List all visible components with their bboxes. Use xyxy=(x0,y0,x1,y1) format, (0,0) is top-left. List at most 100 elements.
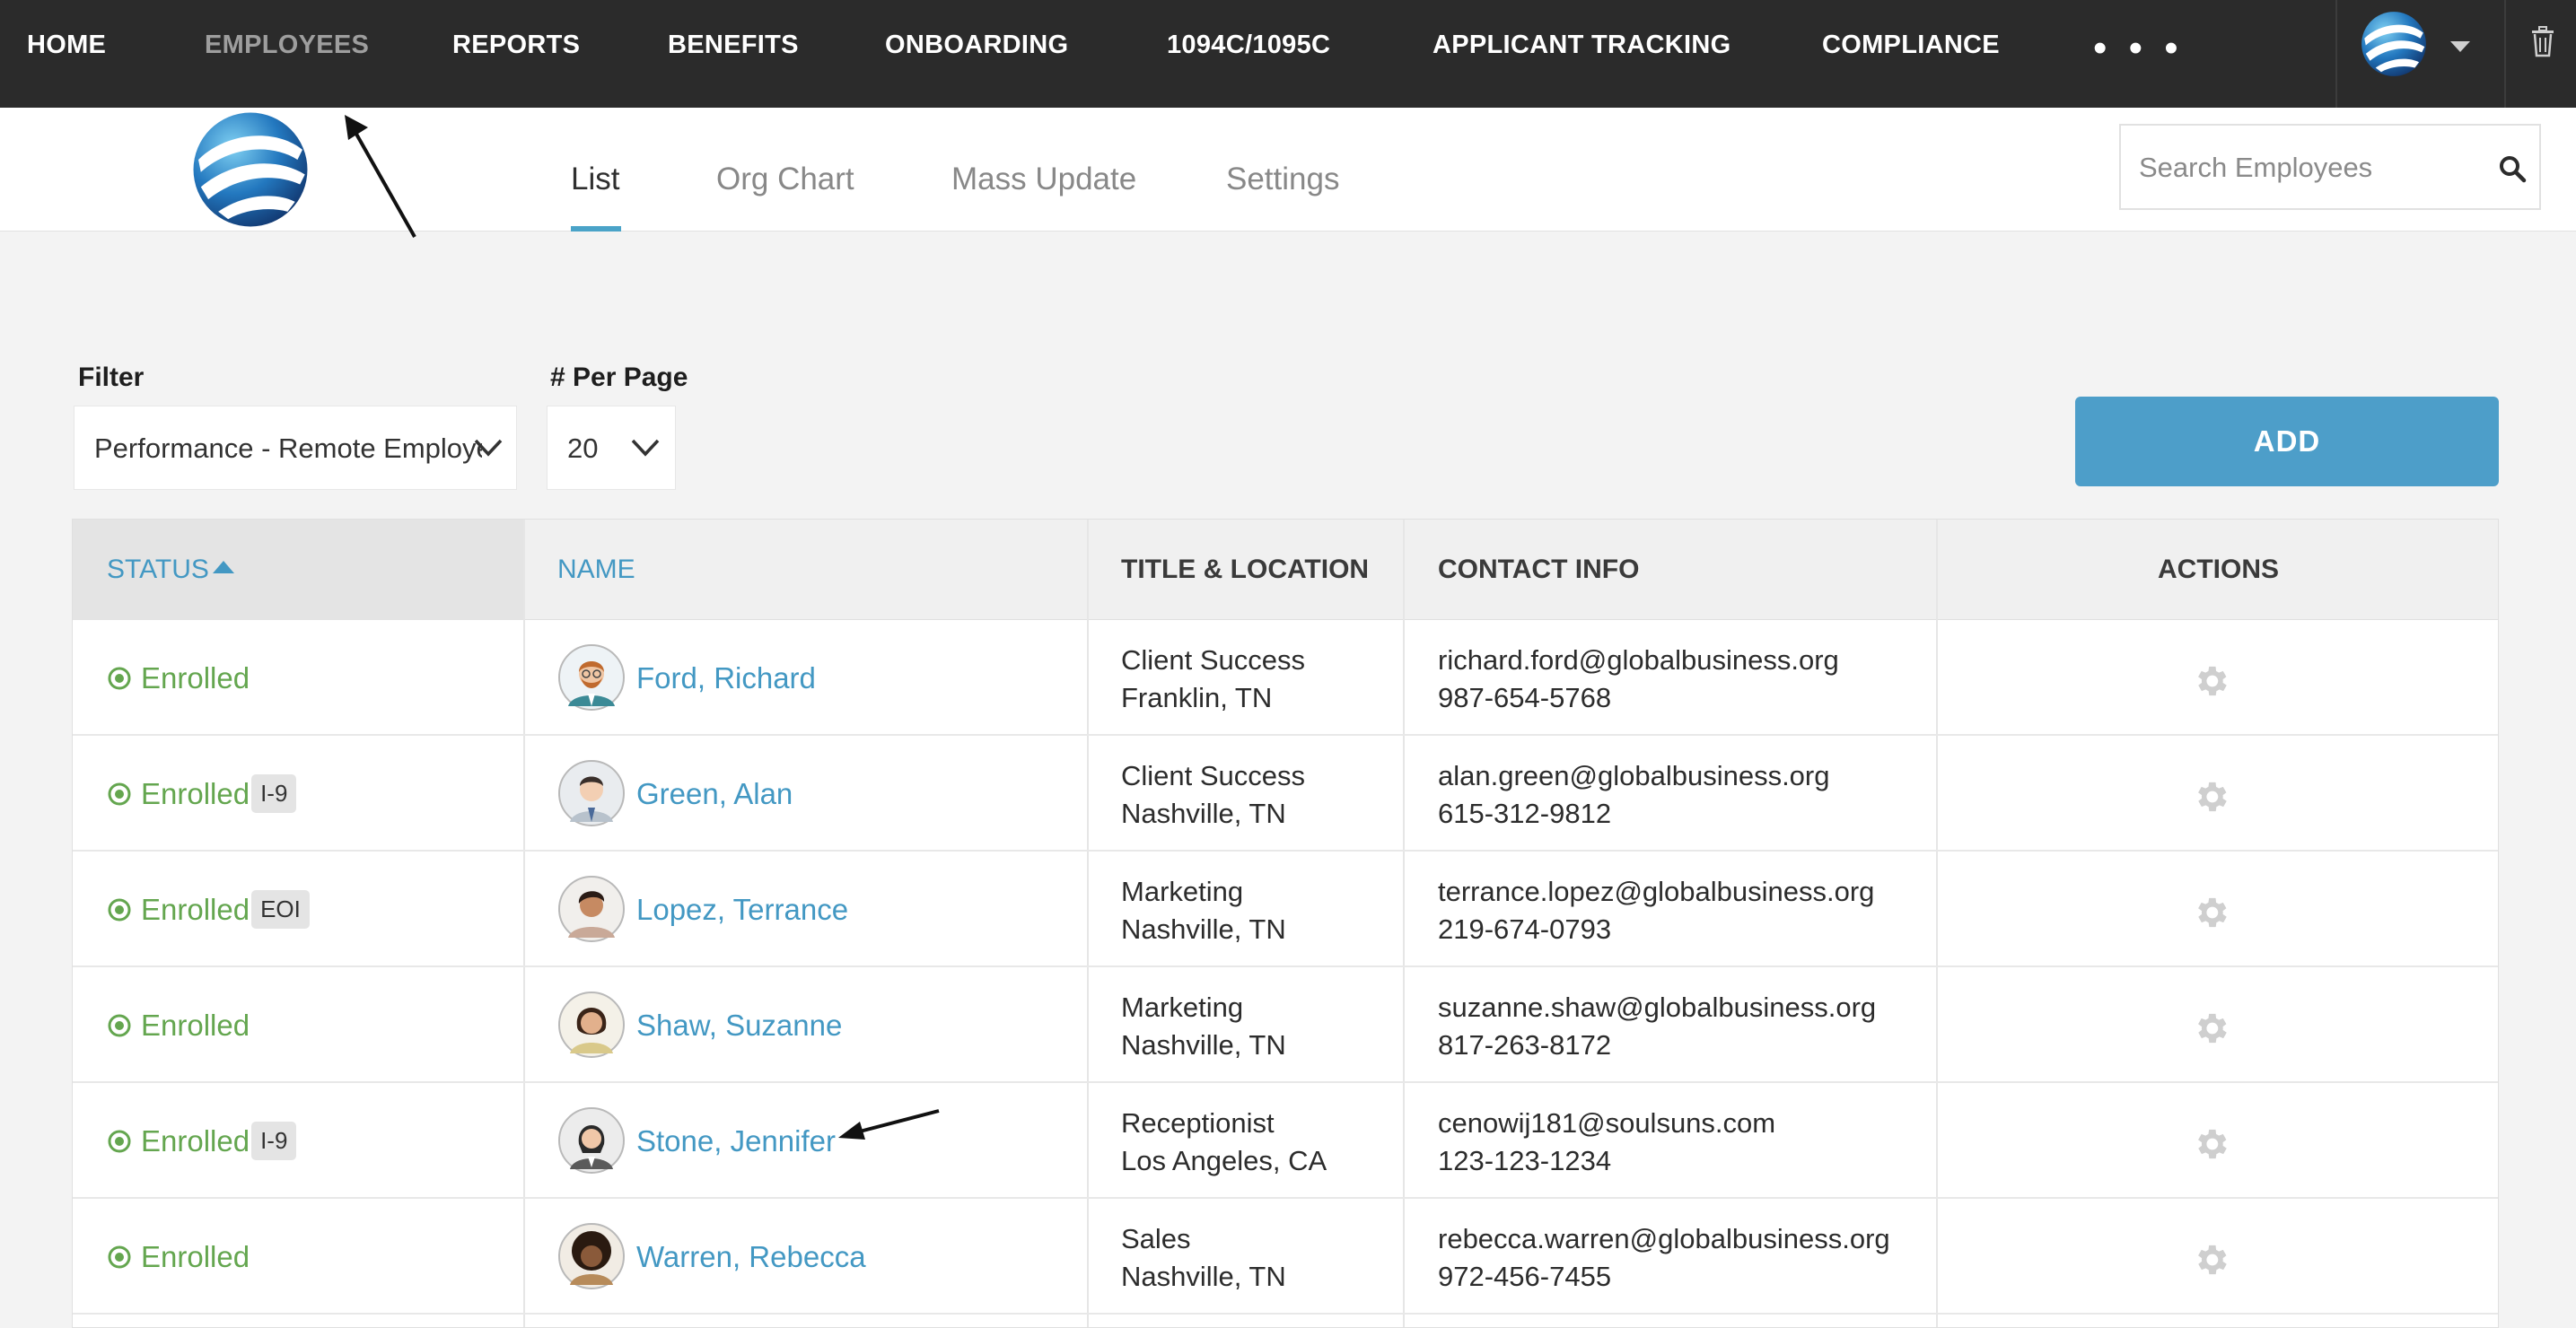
employee-name-link[interactable]: Warren, Rebecca xyxy=(636,1199,866,1315)
status-text: Enrolled xyxy=(141,892,250,926)
tab-mass-update[interactable]: Mass Update xyxy=(951,162,1136,197)
per-page-select-value: 20 xyxy=(567,432,599,464)
nav-applicant-tracking[interactable]: APPLICANT TRACKING xyxy=(1433,0,1730,90)
status-cell: Enrolled xyxy=(107,967,250,1083)
status-text: Enrolled xyxy=(141,1239,250,1273)
employee-name-link[interactable]: Shaw, Suzanne xyxy=(636,967,842,1083)
nav-benefits[interactable]: BENEFITS xyxy=(668,0,799,90)
target-icon xyxy=(107,897,132,922)
nav-more-menu[interactable]: • • • xyxy=(2093,0,2184,97)
status-badge: I-9 xyxy=(251,774,297,813)
location: Los Angeles, CA xyxy=(1121,1145,1327,1176)
gear-icon[interactable] xyxy=(2191,1124,2230,1164)
avatar[interactable] xyxy=(557,991,626,1059)
target-icon xyxy=(107,782,132,807)
job-title: Sales xyxy=(1121,1223,1191,1254)
status-cell: Enrolled EOI xyxy=(107,852,310,967)
avatar[interactable] xyxy=(557,1222,626,1290)
email: cenowij181@soulsuns.com xyxy=(1438,1107,1776,1139)
location: Franklin, TN xyxy=(1121,682,1273,713)
employee-name-link[interactable]: Stone, Jennifer xyxy=(636,1083,836,1199)
status-text: Enrolled xyxy=(141,1008,250,1042)
sort-ascending-icon xyxy=(212,561,234,574)
avatar[interactable] xyxy=(557,1106,626,1175)
nav-1094c-1095c[interactable]: 1094C/1095C xyxy=(1167,0,1330,90)
status-cell: Enrolled xyxy=(107,1199,250,1315)
tab-settings[interactable]: Settings xyxy=(1226,162,1339,197)
filter-select[interactable]: Performance - Remote Employees xyxy=(74,406,517,490)
email: terrance.lopez@globalbusiness.org xyxy=(1438,876,1875,907)
gear-icon[interactable] xyxy=(2191,777,2230,817)
column-header-contact-info: CONTACT INFO xyxy=(1438,555,1640,584)
job-title: Receptionist xyxy=(1121,1107,1275,1139)
employee-table: STATUS NAME TITLE & LOCATION CONTACT INF… xyxy=(72,519,2499,1328)
gear-icon[interactable] xyxy=(2191,1240,2230,1280)
gear-icon[interactable] xyxy=(2191,1009,2230,1048)
status-text: Enrolled xyxy=(141,776,250,810)
nav-home[interactable]: HOME xyxy=(27,0,106,90)
search-input[interactable] xyxy=(2139,144,2471,192)
email: alan.green@globalbusiness.org xyxy=(1438,760,1830,791)
column-header-title-location: TITLE & LOCATION xyxy=(1121,555,1370,584)
table-row: Enrolled Shaw, Suzanne Marketing Nashvil… xyxy=(73,967,2498,1083)
nav-reports[interactable]: REPORTS xyxy=(452,0,580,90)
table-row: Enrolled Warren, Rebecca Sales Nashville… xyxy=(73,1199,2498,1315)
employee-name-link[interactable]: Lopez, Terrance xyxy=(636,852,848,967)
table-row xyxy=(73,1315,2498,1327)
nav-compliance[interactable]: COMPLIANCE xyxy=(1822,0,2000,90)
column-header-name[interactable]: NAME xyxy=(557,520,635,620)
column-header-status[interactable]: STATUS xyxy=(107,520,234,620)
phone: 987-654-5768 xyxy=(1438,682,1612,713)
gear-icon[interactable] xyxy=(2191,893,2230,932)
target-icon xyxy=(107,666,132,691)
title-location-cell: Client Success Franklin, TN xyxy=(1121,642,1305,717)
caret-down-icon[interactable] xyxy=(2450,41,2470,52)
table-row: Enrolled Ford, Richard Client Success Fr… xyxy=(73,620,2498,736)
tab-org-chart[interactable]: Org Chart xyxy=(716,162,854,197)
title-location-cell: Marketing Nashville, TN xyxy=(1121,989,1286,1064)
location: Nashville, TN xyxy=(1121,1261,1286,1292)
phone: 817-263-8172 xyxy=(1438,1029,1612,1061)
nav-employees[interactable]: EMPLOYEES xyxy=(205,0,369,90)
avatar[interactable] xyxy=(557,875,626,943)
status-cell: Enrolled xyxy=(107,620,250,736)
per-page-select[interactable]: 20 xyxy=(547,406,676,490)
contact-info-cell: suzanne.shaw@globalbusiness.org 817-263-… xyxy=(1438,989,1876,1064)
table-row: Enrolled I-9 Stone, Jennifer Receptionis… xyxy=(73,1083,2498,1199)
company-logo xyxy=(187,108,314,232)
annotation-arrow xyxy=(345,115,416,238)
employee-name-link[interactable]: Ford, Richard xyxy=(636,620,816,736)
add-employee-button[interactable]: ADD xyxy=(2075,397,2499,486)
nav-onboarding[interactable]: ONBOARDING xyxy=(885,0,1068,90)
status-text: Enrolled xyxy=(141,660,250,695)
avatar[interactable] xyxy=(557,759,626,827)
column-header-status-label: STATUS xyxy=(107,555,209,584)
search-box xyxy=(2119,124,2541,210)
trash-icon[interactable] xyxy=(2529,25,2556,57)
status-badge: I-9 xyxy=(251,1122,297,1160)
contact-info-cell: rebecca.warren@globalbusiness.org 972-45… xyxy=(1438,1220,1890,1296)
email: rebecca.warren@globalbusiness.org xyxy=(1438,1223,1890,1254)
active-tab-indicator xyxy=(571,226,621,232)
table-row: Enrolled EOI Lopez, Terrance Marketing N… xyxy=(73,852,2498,967)
table-header: STATUS NAME TITLE & LOCATION CONTACT INF… xyxy=(73,520,2498,620)
gear-icon[interactable] xyxy=(2191,661,2230,701)
status-badge: EOI xyxy=(251,890,310,929)
location: Nashville, TN xyxy=(1121,913,1286,945)
job-title: Client Success xyxy=(1121,644,1306,676)
user-avatar-icon[interactable] xyxy=(2359,9,2429,79)
contact-info-cell: terrance.lopez@globalbusiness.org 219-67… xyxy=(1438,873,1874,948)
job-title: Client Success xyxy=(1121,760,1306,791)
status-text: Enrolled xyxy=(141,1123,250,1158)
table-row: Enrolled I-9 Green, Alan Client Success … xyxy=(73,736,2498,852)
email: richard.ford@globalbusiness.org xyxy=(1438,644,1839,676)
target-icon xyxy=(107,1013,132,1038)
phone: 123-123-1234 xyxy=(1438,1145,1612,1176)
annotation-arrow xyxy=(838,1109,940,1140)
avatar[interactable] xyxy=(557,643,626,712)
contact-info-cell: richard.ford@globalbusiness.org 987-654-… xyxy=(1438,642,1839,717)
tab-list[interactable]: List xyxy=(571,162,619,197)
search-icon[interactable] xyxy=(2498,154,2527,183)
employee-name-link[interactable]: Green, Alan xyxy=(636,736,793,852)
title-location-cell: Marketing Nashville, TN xyxy=(1121,873,1286,948)
